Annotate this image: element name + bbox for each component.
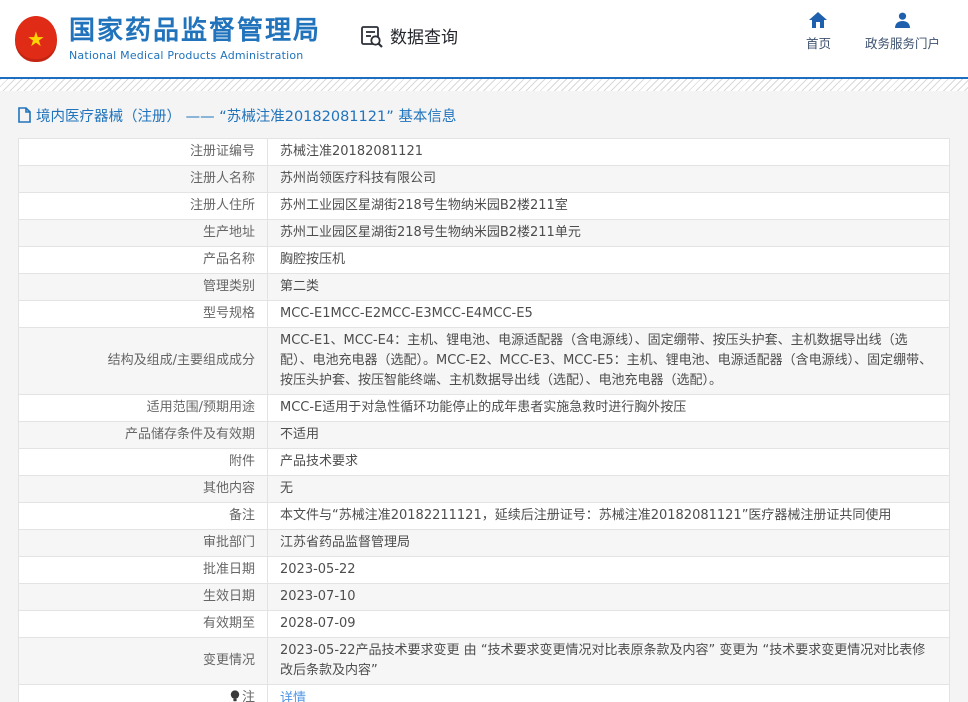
row-label: 注册证编号	[19, 139, 268, 166]
row-label: 变更情况	[19, 638, 268, 685]
home-icon	[809, 12, 827, 28]
table-row: 生效日期2023-07-10	[19, 584, 950, 611]
table-row: 管理类别第二类	[19, 274, 950, 301]
page-title-text: 境内医疗器械（注册） —— “苏械注准20182081121” 基本信息	[36, 105, 456, 126]
table-row: 审批部门江苏省药品监督管理局	[19, 530, 950, 557]
row-value: 2028-07-09	[268, 611, 950, 638]
table-row: 生产地址苏州工业园区星湖街218号生物纳米园B2楼211单元	[19, 220, 950, 247]
row-label: 管理类别	[19, 274, 268, 301]
row-value: 苏械注准20182081121	[268, 139, 950, 166]
org-name-cn: 国家药品监督管理局	[69, 16, 321, 46]
table-row: 其他内容无	[19, 476, 950, 503]
row-label: 适用范围/预期用途	[19, 395, 268, 422]
registration-table: 注册证编号苏械注准20182081121注册人名称苏州尚领医疗科技有限公司注册人…	[18, 138, 950, 702]
document-icon	[18, 107, 31, 123]
note-lamp-icon	[230, 689, 240, 702]
table-row: 型号规格MCC-E1MCC-E2MCC-E3MCC-E4MCC-E5	[19, 301, 950, 328]
emblem-star-icon: ★	[27, 29, 45, 49]
site-header: ★ 国家药品监督管理局 National Medical Products Ad…	[0, 0, 968, 77]
row-label: 产品名称	[19, 247, 268, 274]
document-search-icon	[359, 23, 385, 49]
row-label: 型号规格	[19, 301, 268, 328]
row-value: 2023-05-22	[268, 557, 950, 584]
row-label: 备注	[19, 503, 268, 530]
row-value: 2023-07-10	[268, 584, 950, 611]
table-row: 批准日期2023-05-22	[19, 557, 950, 584]
row-label: 产品储存条件及有效期	[19, 422, 268, 449]
registration-table-body: 注册证编号苏械注准20182081121注册人名称苏州尚领医疗科技有限公司注册人…	[19, 139, 950, 702]
table-row: 有效期至2028-07-09	[19, 611, 950, 638]
page-content: 境内医疗器械（注册） —— “苏械注准20182081121” 基本信息 注册证…	[0, 91, 968, 702]
table-row: 产品储存条件及有效期不适用	[19, 422, 950, 449]
table-row: 附件产品技术要求	[19, 449, 950, 476]
row-label: 生效日期	[19, 584, 268, 611]
row-label: 审批部门	[19, 530, 268, 557]
row-value: 详情	[268, 685, 950, 702]
table-row: 变更情况2023-05-22产品技术要求变更 由 “技术要求变更情况对比表原条款…	[19, 638, 950, 685]
row-value: 苏州工业园区星湖街218号生物纳米园B2楼211室	[268, 193, 950, 220]
nav-portal[interactable]: 政务服务门户	[865, 12, 940, 52]
table-row: 适用范围/预期用途MCC-E适用于对急性循环功能停止的成年患者实施急救时进行胸外…	[19, 395, 950, 422]
org-brand: 国家药品监督管理局 National Medical Products Admi…	[69, 16, 321, 62]
table-row: 结构及组成/主要组成成分MCC-E1、MCC-E4：主机、锂电池、电源适配器（含…	[19, 328, 950, 395]
row-value: 苏州尚领医疗科技有限公司	[268, 166, 950, 193]
page-title: 境内医疗器械（注册） —— “苏械注准20182081121” 基本信息	[18, 103, 968, 127]
user-icon	[894, 12, 911, 28]
row-value: 江苏省药品监督管理局	[268, 530, 950, 557]
row-label: 注	[19, 685, 268, 702]
row-value: MCC-E1、MCC-E4：主机、锂电池、电源适配器（含电源线）、固定绷带、按压…	[268, 328, 950, 395]
row-value: 第二类	[268, 274, 950, 301]
table-row: 注册人住所苏州工业园区星湖街218号生物纳米园B2楼211室	[19, 193, 950, 220]
data-query-entry[interactable]: 数据查询	[359, 23, 458, 49]
row-value: 产品技术要求	[268, 449, 950, 476]
national-emblem-logo: ★	[15, 16, 57, 62]
nav-home[interactable]: 首页	[806, 12, 831, 52]
nav-portal-label: 政务服务门户	[865, 33, 940, 52]
table-row: 注册人名称苏州尚领医疗科技有限公司	[19, 166, 950, 193]
row-label: 生产地址	[19, 220, 268, 247]
row-label: 其他内容	[19, 476, 268, 503]
row-label: 结构及组成/主要组成成分	[19, 328, 268, 395]
row-label: 有效期至	[19, 611, 268, 638]
row-label: 附件	[19, 449, 268, 476]
row-label: 注册人住所	[19, 193, 268, 220]
row-value: MCC-E适用于对急性循环功能停止的成年患者实施急救时进行胸外按压	[268, 395, 950, 422]
row-value: 苏州工业园区星湖街218号生物纳米园B2楼211单元	[268, 220, 950, 247]
table-row: 产品名称胸腔按压机	[19, 247, 950, 274]
row-value: 胸腔按压机	[268, 247, 950, 274]
row-value: 本文件与“苏械注准20182211121，延续后注册证号：苏械注准2018208…	[268, 503, 950, 530]
table-row: 注 详情	[19, 685, 950, 702]
detail-link[interactable]: 详情	[280, 691, 306, 702]
row-value: 无	[268, 476, 950, 503]
table-row: 备注本文件与“苏械注准20182211121，延续后注册证号：苏械注准20182…	[19, 503, 950, 530]
nav-home-label: 首页	[806, 33, 831, 52]
table-row: 注册证编号苏械注准20182081121	[19, 139, 950, 166]
row-value: MCC-E1MCC-E2MCC-E3MCC-E4MCC-E5	[268, 301, 950, 328]
row-label: 批准日期	[19, 557, 268, 584]
data-query-label: 数据查询	[390, 23, 458, 48]
org-name-en: National Medical Products Administration	[69, 49, 321, 62]
hatch-band	[0, 79, 968, 91]
row-value: 不适用	[268, 422, 950, 449]
header-nav: 首页 政务服务门户	[806, 12, 940, 52]
row-label: 注册人名称	[19, 166, 268, 193]
row-value: 2023-05-22产品技术要求变更 由 “技术要求变更情况对比表原条款及内容”…	[268, 638, 950, 685]
